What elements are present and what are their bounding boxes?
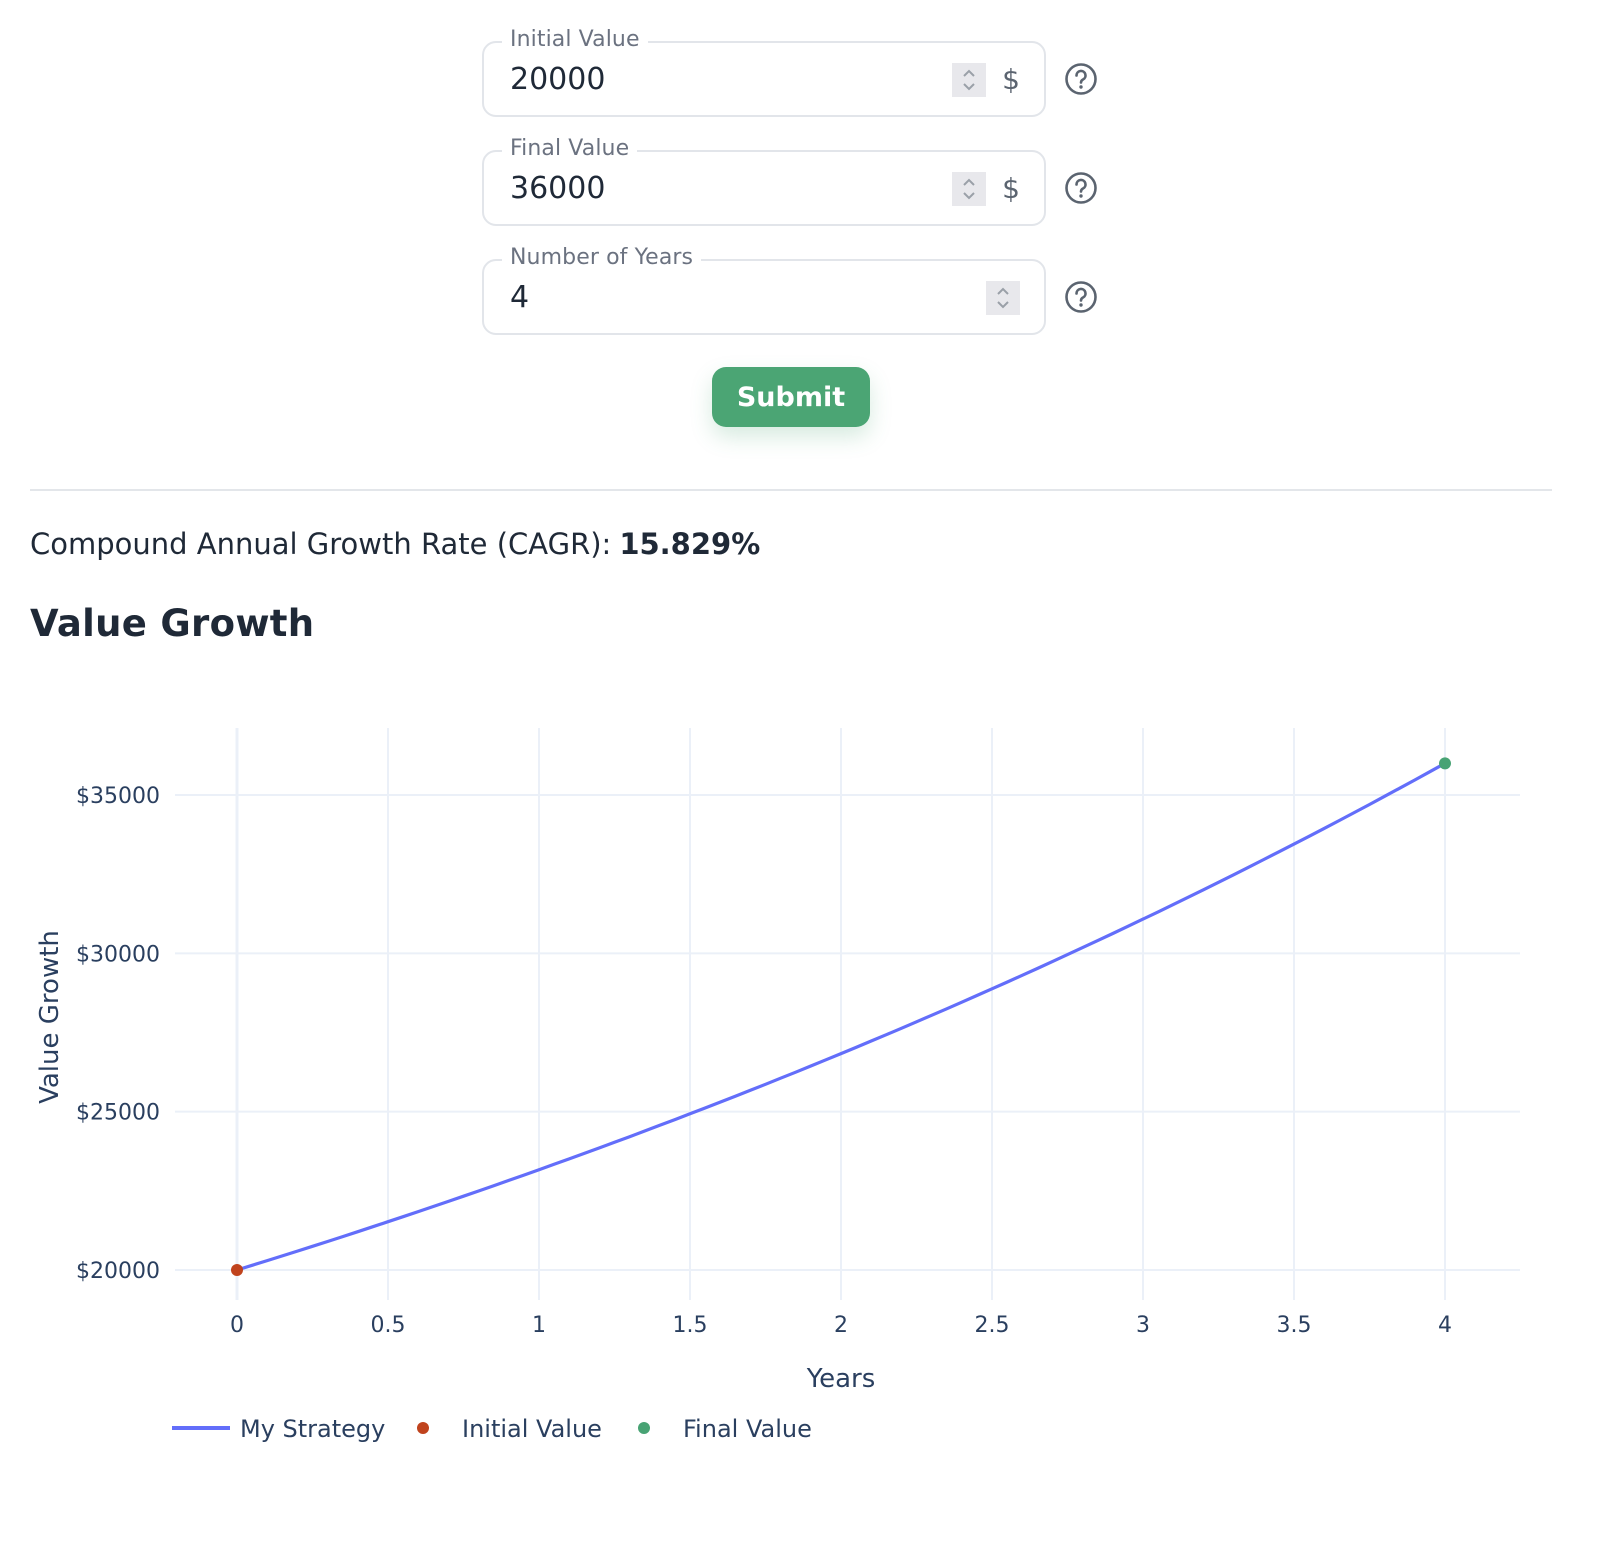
y-tick-label: $35000 [76,784,160,809]
number-of-years-input[interactable] [510,279,910,317]
x-tick-label: 0 [230,1313,244,1338]
legend-item-final-value[interactable]: Final Value [638,1415,812,1443]
initial-value-label: Initial Value [502,25,648,55]
x-tick-label: 0.5 [371,1313,406,1338]
legend-marker-swatch [417,1422,429,1434]
y-tick-label: $25000 [76,1101,160,1126]
final-value-field[interactable]: Final Value $ [482,134,1046,226]
legend-item-initial-value[interactable]: Initial Value [417,1415,602,1443]
legend-marker-swatch [638,1422,650,1434]
initial-value-field[interactable]: Initial Value $ [482,25,1046,117]
x-tick-label: 3 [1136,1313,1150,1338]
final-value-input[interactable] [510,170,910,208]
series [231,757,1451,1276]
legend-item-my-strategy[interactable]: My Strategy [172,1415,385,1443]
chart-legend: My Strategy Initial Value Final Value [172,1415,812,1443]
x-tick-labels: 0 0.5 1 1.5 2 2.5 3 3.5 4 [230,1313,1452,1338]
section-title: Value Growth [30,602,315,645]
number-of-years-field[interactable]: Number of Years [482,243,1046,335]
cagr-value: 15.829% [619,527,761,561]
question-circle-icon[interactable] [1064,280,1098,314]
chevron-up-down-icon[interactable] [952,172,986,206]
cagr-result: Compound Annual Growth Rate (CAGR): 15.82… [30,524,760,564]
x-tick-label: 1 [532,1313,546,1338]
chevron-up-down-icon[interactable] [986,281,1020,315]
question-circle-icon[interactable] [1064,62,1098,96]
x-axis-title: Years [806,1364,876,1394]
currency-suffix: $ [1002,172,1020,205]
value-growth-chart: $20000 $25000 $30000 $35000 0 0.5 1 1.5 2 2.5 3 3.… [35,728,1520,1443]
submit-button[interactable]: Submit [712,367,870,427]
divider [30,489,1552,491]
initial-value-input[interactable] [510,61,910,99]
legend-label: Final Value [683,1415,812,1443]
legend-label: My Strategy [240,1415,385,1443]
y-axis-title: Value Growth [35,930,65,1104]
currency-suffix: $ [1002,63,1020,96]
x-tick-label: 4 [1438,1313,1452,1338]
x-tick-label: 3.5 [1277,1313,1312,1338]
y-tick-label: $20000 [76,1259,160,1284]
final-value-marker [1439,757,1451,770]
question-circle-icon[interactable] [1064,171,1098,205]
series-line-my-strategy [236,761,1446,1272]
legend-label: Initial Value [462,1415,602,1443]
final-value-label: Final Value [502,134,638,164]
initial-value-marker [231,1264,243,1276]
grid [175,728,1520,1300]
x-tick-label: 1.5 [673,1313,708,1338]
x-tick-label: 2 [834,1313,848,1338]
cagr-label: Compound Annual Growth Rate (CAGR): [30,527,612,561]
y-tick-label: $30000 [76,942,160,967]
y-tick-labels: $20000 $25000 $30000 $35000 [76,784,160,1284]
number-of-years-label: Number of Years [502,243,702,273]
x-tick-label: 2.5 [975,1313,1010,1338]
chevron-up-down-icon[interactable] [952,63,986,97]
